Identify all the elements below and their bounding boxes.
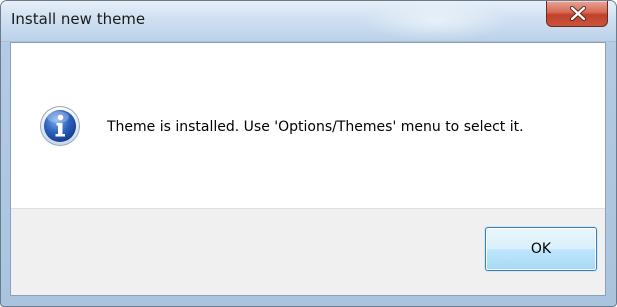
information-icon [40,106,80,146]
button-area: OK [11,208,605,295]
ok-button[interactable]: OK [485,227,597,271]
message-area: Theme is installed. Use 'Options/Themes'… [11,43,605,208]
title-bar[interactable]: Install new theme [1,1,616,42]
message-dialog: Install new theme Theme is installed. Us… [0,0,617,307]
message-text: Theme is installed. Use 'Options/Themes'… [107,119,524,135]
close-icon [569,6,587,21]
title-bar-glow [361,1,511,41]
window-title: Install new theme [11,10,146,28]
dialog-content: Theme is installed. Use 'Options/Themes'… [10,42,606,296]
close-button[interactable] [546,1,608,27]
